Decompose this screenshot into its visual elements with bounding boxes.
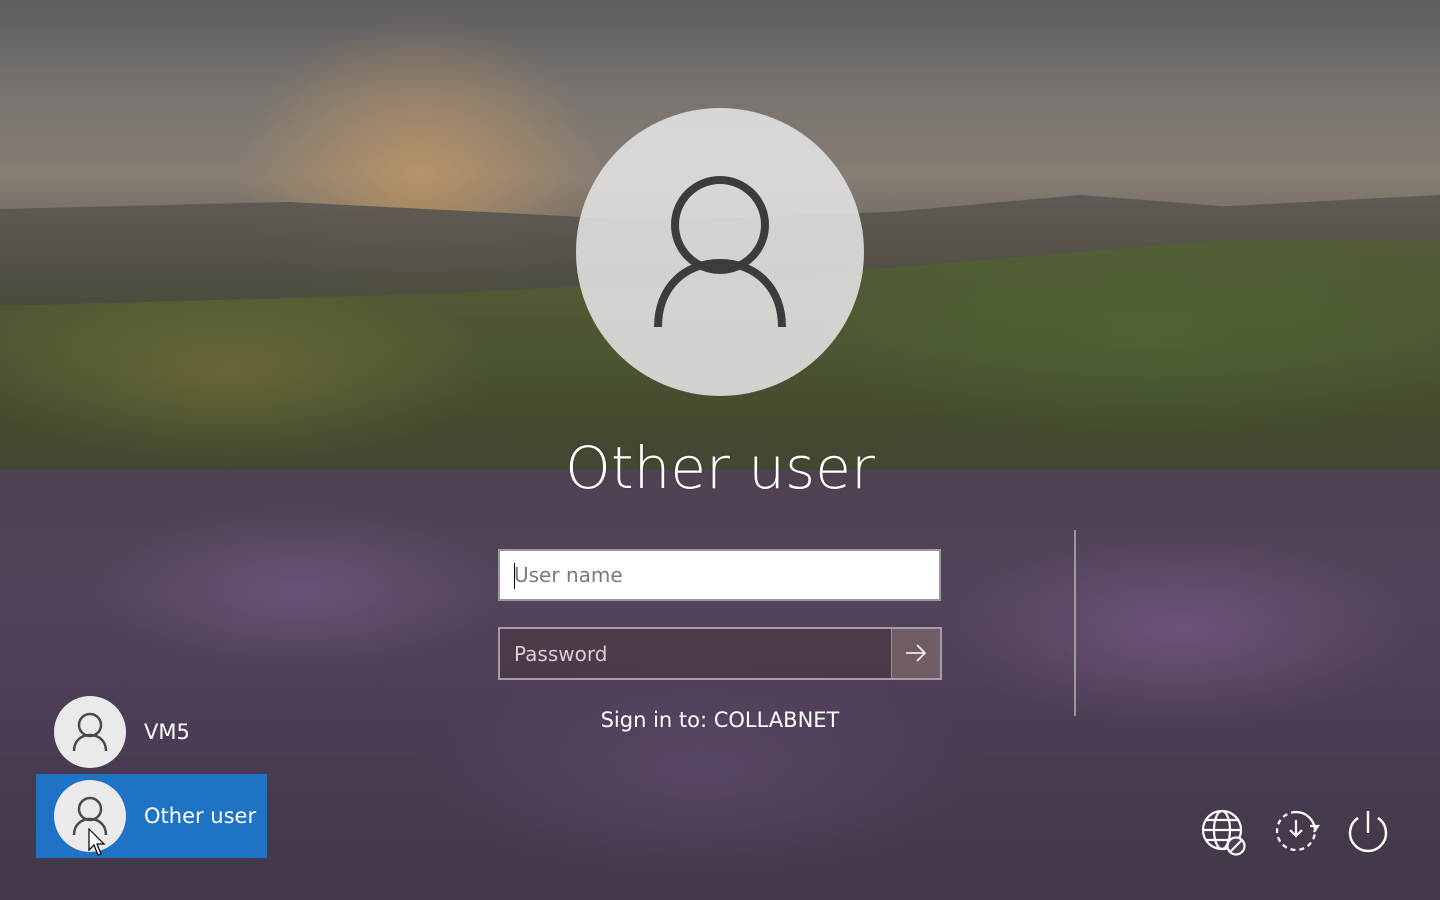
username-input[interactable]: [500, 551, 939, 599]
user-tile-label: VM5: [144, 720, 190, 744]
arrow-right-icon: [906, 644, 927, 662]
power-icon: [1348, 811, 1388, 853]
text-caret: [514, 563, 515, 589]
divider: [1074, 530, 1076, 716]
user-tile-label: Other user: [144, 804, 257, 828]
user-tile-vm5[interactable]: VM5: [36, 690, 267, 774]
main-user-avatar: [576, 108, 864, 396]
page-title: Other user: [565, 434, 875, 502]
password-input[interactable]: [500, 629, 894, 678]
avatar: [54, 696, 126, 768]
username-field[interactable]: [498, 549, 941, 601]
user-avatar-icon: [654, 176, 786, 328]
network-button[interactable]: [1198, 806, 1250, 858]
user-avatar-icon: [72, 712, 108, 752]
user-tile-other-user[interactable]: Other user: [36, 774, 267, 858]
globe-disconnected-icon: [1201, 809, 1246, 856]
accessibility-button[interactable]: [1270, 806, 1322, 858]
submit-button[interactable]: [891, 629, 940, 678]
sign-in-domain-text: Sign in to: COLLABNET: [600, 708, 840, 732]
power-button[interactable]: [1342, 806, 1394, 858]
ease-of-access-icon: [1275, 810, 1321, 852]
mouse-cursor-icon: [88, 828, 106, 856]
lock-screen: Other user Sign in to: COLLABNET VM5: [0, 0, 1440, 900]
password-field[interactable]: [498, 627, 942, 680]
